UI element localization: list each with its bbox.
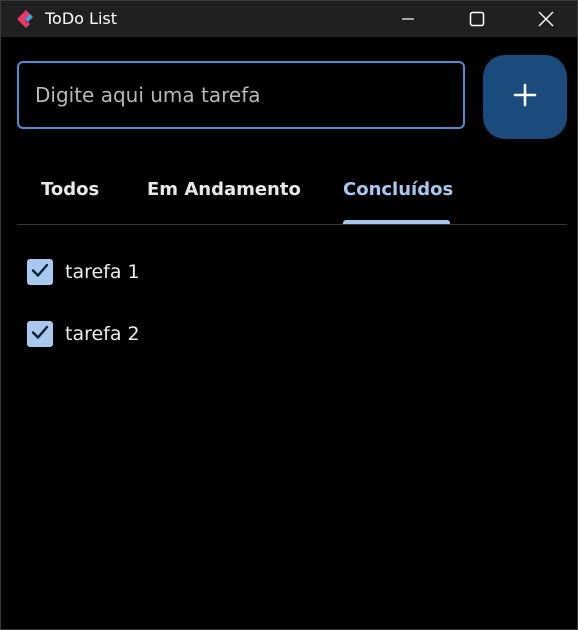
task-label: tarefa 1 xyxy=(65,261,140,283)
tab-bar: Todos Em Andamento Concluídos xyxy=(17,159,567,225)
tab-concluidos[interactable]: Concluídos xyxy=(343,175,453,225)
task-list: tarefa 1 tarefa 2 xyxy=(17,241,557,365)
minimize-button[interactable] xyxy=(373,1,443,37)
plus-icon xyxy=(513,83,537,111)
task-label: tarefa 2 xyxy=(65,323,140,345)
task-checkbox[interactable] xyxy=(27,259,53,285)
title-bar[interactable]: ToDo List xyxy=(1,1,577,37)
close-icon xyxy=(538,11,554,27)
app-window: ToDo List Digite aqui uma tarefa Todos E… xyxy=(0,0,578,630)
active-tab-indicator xyxy=(343,220,450,224)
task-input-field[interactable] xyxy=(17,61,465,129)
maximize-icon xyxy=(469,11,485,27)
task-input[interactable] xyxy=(19,63,463,127)
minimize-icon xyxy=(401,12,415,26)
window-title: ToDo List xyxy=(45,9,118,28)
flutter-logo-icon xyxy=(13,8,35,30)
checkmark-icon xyxy=(30,260,50,284)
maximize-button[interactable] xyxy=(442,1,512,37)
task-checkbox[interactable] xyxy=(27,321,53,347)
add-task-button[interactable] xyxy=(483,55,567,139)
checkmark-icon xyxy=(30,322,50,346)
close-button[interactable] xyxy=(511,1,577,37)
tab-em-andamento[interactable]: Em Andamento xyxy=(147,175,301,225)
list-item[interactable]: tarefa 2 xyxy=(17,303,557,365)
list-item[interactable]: tarefa 1 xyxy=(17,241,557,303)
tab-todos[interactable]: Todos xyxy=(41,175,99,225)
